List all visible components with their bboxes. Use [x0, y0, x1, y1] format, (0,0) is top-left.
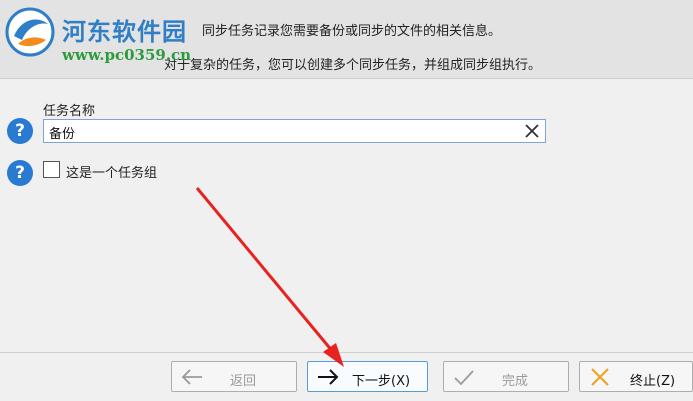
back-arrow-icon [181, 369, 202, 385]
task-group-checkbox-label[interactable]: 这是一个任务组 [66, 162, 157, 181]
checkmark-icon [454, 370, 474, 386]
next-button[interactable]: 下一步(X) [307, 361, 428, 392]
task-name-help-icon[interactable]: ? [7, 118, 33, 144]
finish-button-label: 完成 [502, 374, 529, 389]
back-button[interactable]: 返回 [171, 361, 297, 392]
header-description-line1: 同步任务记录您需要备份或同步的文件的相关信息。 [202, 24, 502, 39]
task-name-label: 任务名称 [43, 104, 96, 119]
forward-arrow-icon [318, 369, 339, 385]
header-description-line2: 对于复杂的任务，您可以创建多个同步任务，并组成同步组执行。 [164, 58, 542, 73]
back-button-label: 返回 [230, 374, 257, 389]
terminate-x-icon [591, 368, 609, 386]
clear-icon[interactable] [523, 122, 541, 140]
task-name-value[interactable]: 备份 [49, 123, 75, 142]
watermark-url: www.pc0359.cn [62, 46, 192, 64]
terminate-button[interactable]: 终止(Z) [579, 361, 693, 392]
finish-button[interactable]: 完成 [443, 361, 569, 392]
watermark: 河东软件园 www.pc0359.cn [0, 4, 200, 74]
task-group-checkbox[interactable] [43, 161, 60, 178]
task-group-help-icon[interactable]: ? [7, 160, 33, 186]
terminate-button-label: 终止(Z) [630, 374, 676, 389]
next-button-label: 下一步(X) [352, 374, 411, 389]
task-name-input[interactable]: 备份 [43, 119, 546, 143]
watermark-brand: 河东软件园 [62, 17, 187, 46]
footer-divider [0, 352, 693, 353]
watermark-logo-icon [5, 7, 55, 57]
